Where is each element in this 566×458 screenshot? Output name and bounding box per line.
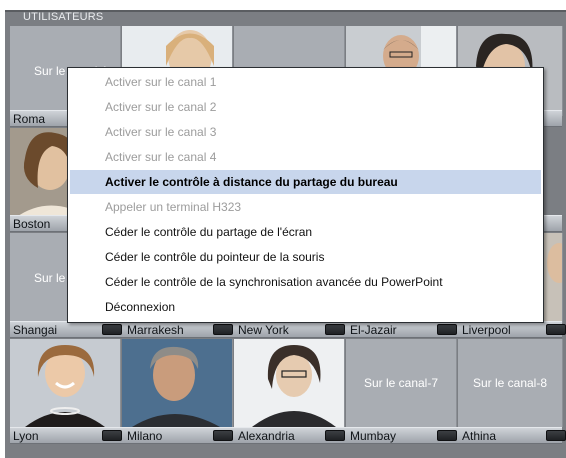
user-name-label: Lyon	[13, 429, 39, 443]
toggle-button[interactable]	[102, 430, 122, 441]
toggle-button[interactable]	[546, 430, 566, 441]
user-name-label: Milano	[127, 429, 163, 443]
user-photo	[10, 339, 120, 427]
user-tile-mumbay[interactable]: Sur le canal-7	[346, 339, 457, 427]
menu-item-activate-channel-4[interactable]: Activer sur le canal 4	[70, 145, 541, 169]
context-menu: Activer sur le canal 1 Activer sur le ca…	[67, 67, 544, 323]
menu-item-yield-mouse-pointer-control[interactable]: Céder le contrôle du pointeur de la sour…	[70, 245, 541, 269]
user-tile-alexandria[interactable]	[234, 339, 345, 427]
menu-item-activate-channel-1[interactable]: Activer sur le canal 1	[70, 70, 541, 94]
user-photo	[122, 339, 232, 427]
panel-title: Utilisateurs	[23, 11, 104, 23]
menu-item-activate-channel-3[interactable]: Activer sur le canal 3	[70, 120, 541, 144]
user-name-label: New York	[238, 323, 289, 337]
toggle-button[interactable]	[213, 430, 233, 441]
menu-item-yield-powerpoint-sync-control[interactable]: Céder le contrôle de la synchronisation …	[70, 270, 541, 294]
user-name-label: Shangai	[13, 323, 58, 337]
toggle-button[interactable]	[325, 324, 345, 335]
tile-label-bar: Shangai Marrakesh New York El-Jazair Liv…	[10, 321, 566, 338]
menu-item-yield-screen-sharing-control[interactable]: Céder le contrôle du partage de l'écran	[70, 220, 541, 244]
toggle-button[interactable]	[213, 324, 233, 335]
menu-item-call-h323-terminal[interactable]: Appeler un terminal H323	[70, 195, 541, 219]
user-name-label: Roma	[13, 112, 46, 126]
channel-label: Sur le canal-8	[472, 376, 548, 390]
toggle-button[interactable]	[325, 430, 345, 441]
toggle-button[interactable]	[437, 430, 457, 441]
user-photo	[234, 339, 344, 427]
user-name-label: Boston	[13, 217, 51, 231]
user-name-label: Mumbay	[350, 429, 397, 443]
menu-item-activate-remote-desktop-control[interactable]: Activer le contrôle à distance du partag…	[70, 170, 541, 194]
tile-label-bar: Lyon Milano Alexandria Mumbay Athina	[10, 427, 566, 444]
user-name-label: Athina	[462, 429, 497, 443]
user-name-label: Liverpool	[462, 323, 511, 337]
user-name-label: Marrakesh	[127, 323, 184, 337]
toggle-button[interactable]	[437, 324, 457, 335]
user-tile-lyon[interactable]	[10, 339, 121, 427]
toggle-button[interactable]	[102, 324, 122, 335]
user-name-label: El-Jazair	[350, 323, 397, 337]
user-tile-athina[interactable]: Sur le canal-8	[458, 339, 563, 427]
menu-item-disconnect[interactable]: Déconnexion	[70, 295, 541, 319]
channel-label: Sur le canal-7	[363, 376, 439, 390]
user-name-label: Alexandria	[238, 429, 295, 443]
menu-item-activate-channel-2[interactable]: Activer sur le canal 2	[70, 95, 541, 119]
user-tile-milano[interactable]	[122, 339, 233, 427]
toggle-button[interactable]	[546, 324, 566, 335]
